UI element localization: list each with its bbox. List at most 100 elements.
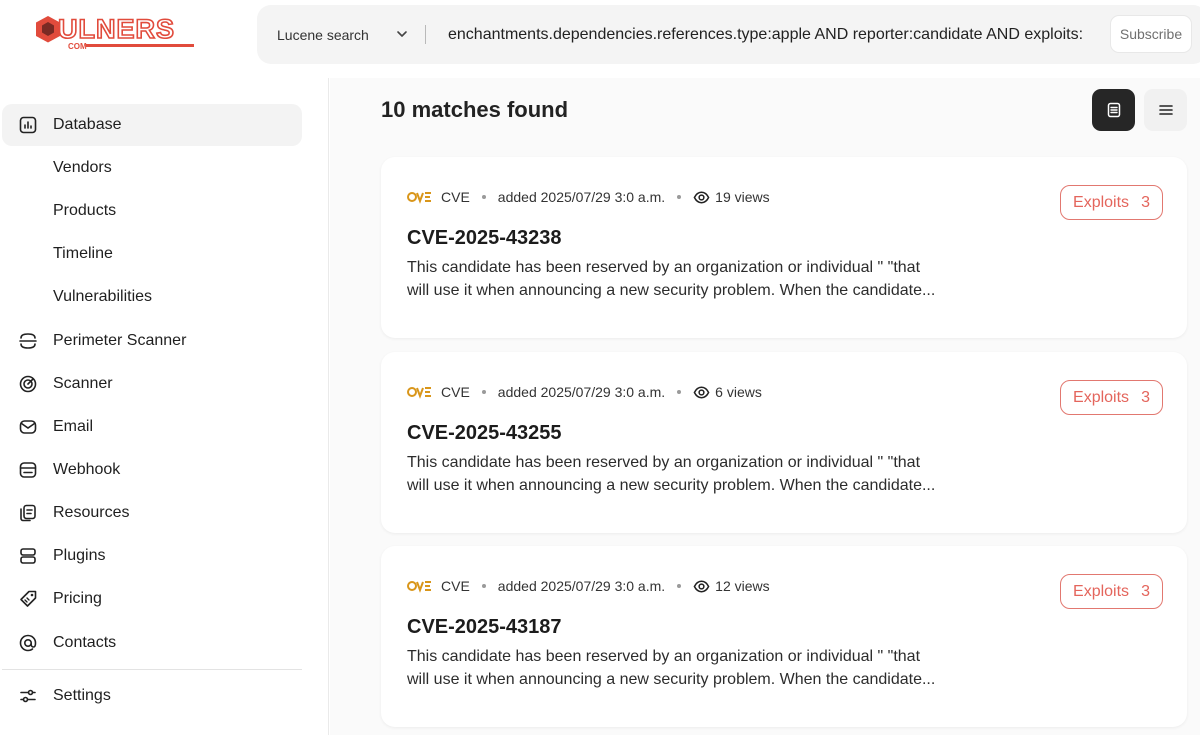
result-title-link[interactable]: CVE-2025-43255 bbox=[407, 422, 562, 445]
meta-separator bbox=[481, 390, 486, 394]
sidebar-item-vulnerabilities[interactable]: Vulnerabilities bbox=[2, 276, 302, 318]
result-description-line: will use it when announcing a new securi… bbox=[407, 281, 936, 299]
sidebar-item-scanner[interactable]: Scanner bbox=[2, 363, 302, 405]
exploits-button[interactable]: Exploits 3 bbox=[1060, 574, 1163, 609]
sidebar-item-label: Vendors bbox=[53, 159, 112, 176]
subscribe-button[interactable]: Subscribe bbox=[1110, 15, 1192, 53]
search-query-text: enchantments.dependencies.references.typ… bbox=[448, 25, 1084, 43]
sidebar-item-label: Plugins bbox=[53, 547, 106, 564]
result-description-line: This candidate has been reserved by an o… bbox=[407, 259, 921, 276]
result-source: CVE bbox=[441, 578, 470, 594]
result-meta: CVE added 2025/07/29 3:0 a.m. 12 views bbox=[407, 577, 770, 595]
list-view-button[interactable] bbox=[1144, 89, 1187, 131]
result-description-line: will use it when announcing a new securi… bbox=[407, 670, 936, 688]
result-card[interactable]: CVE added 2025/07/29 3:0 a.m. 19 views C… bbox=[381, 157, 1187, 338]
result-title-link[interactable]: CVE-2025-43187 bbox=[407, 616, 562, 639]
sidebar-item-pricing[interactable]: Pricing bbox=[2, 578, 302, 620]
sidebar-item-vendors[interactable]: Vendors bbox=[2, 147, 302, 189]
result-added-date: added 2025/07/29 3:0 a.m. bbox=[497, 384, 666, 400]
search-input[interactable]: enchantments.dependencies.references.typ… bbox=[448, 5, 1098, 64]
sidebar-item-label: Database bbox=[53, 116, 122, 133]
eye-icon bbox=[693, 386, 710, 398]
exploits-count: 3 bbox=[1141, 582, 1150, 600]
result-added-date: added 2025/07/29 3:0 a.m. bbox=[497, 578, 666, 594]
meta-separator bbox=[677, 390, 682, 394]
cve-source-icon bbox=[407, 192, 431, 204]
sidebar-item-label: Scanner bbox=[53, 375, 113, 392]
sidebar-item-products[interactable]: Products bbox=[2, 190, 302, 232]
sidebar-item-label: Pricing bbox=[53, 590, 102, 607]
exploits-label: Exploits bbox=[1073, 388, 1130, 406]
logo-sub-text: COM bbox=[68, 42, 87, 51]
sidebar-item-settings[interactable]: Settings bbox=[2, 675, 302, 717]
sidebar-item-database[interactable]: Database bbox=[2, 104, 302, 146]
chevron-down-icon[interactable] bbox=[394, 26, 410, 42]
sidebar-item-email[interactable]: Email bbox=[2, 406, 302, 448]
at-icon bbox=[18, 633, 38, 653]
sidebar-item-contacts[interactable]: Contacts bbox=[2, 622, 302, 664]
sidebar-item-label: Resources bbox=[53, 504, 130, 521]
perimeter-icon bbox=[18, 331, 38, 351]
exploits-label: Exploits bbox=[1073, 193, 1130, 211]
subscribe-label: Subscribe bbox=[1119, 26, 1183, 42]
meta-separator bbox=[677, 195, 682, 199]
target-icon bbox=[18, 374, 38, 394]
exploits-count: 3 bbox=[1141, 193, 1150, 211]
sidebar-item-timeline[interactable]: Timeline bbox=[2, 233, 302, 275]
search-mode-select[interactable]: Lucene search bbox=[277, 5, 369, 64]
exploits-count: 3 bbox=[1141, 388, 1150, 406]
meta-separator bbox=[481, 584, 486, 588]
webhook-icon bbox=[18, 460, 38, 480]
tag-icon bbox=[18, 589, 38, 609]
eye-icon bbox=[693, 580, 710, 592]
search-divider bbox=[425, 25, 426, 44]
results-panel: 10 matches found CVE added 2025/07/29 3:… bbox=[330, 78, 1200, 735]
cve-source-icon bbox=[407, 581, 431, 593]
sidebar-item-resources[interactable]: Resources bbox=[2, 492, 302, 534]
search-bar: Lucene search enchantments.dependencies.… bbox=[257, 5, 1200, 64]
result-title-link[interactable]: CVE-2025-43238 bbox=[407, 227, 562, 250]
sidebar-item-label: Email bbox=[53, 418, 94, 435]
top-header: ULNERS COM Lucene search enchantments.de… bbox=[0, 0, 1200, 78]
sidebar-item-perimeter-scanner[interactable]: Perimeter Scanner bbox=[2, 320, 302, 362]
result-meta: CVE added 2025/07/29 3:0 a.m. 6 views bbox=[407, 383, 762, 401]
meta-separator bbox=[481, 195, 486, 199]
sidebar-item-plugins[interactable]: Plugins bbox=[2, 535, 302, 577]
sliders-icon bbox=[18, 686, 38, 706]
result-description: This candidate has been reserved by an o… bbox=[407, 452, 967, 497]
sidebar-item-webhook[interactable]: Webhook bbox=[2, 449, 302, 491]
search-mode-label: Lucene search bbox=[277, 26, 369, 43]
stack-icon bbox=[18, 546, 38, 566]
result-views: 6 views bbox=[715, 384, 762, 400]
eye-icon bbox=[693, 191, 710, 203]
result-description-line: This candidate has been reserved by an o… bbox=[407, 648, 921, 665]
sidebar: Database Vendors Products Timeline Vulne… bbox=[0, 78, 329, 735]
cve-source-icon bbox=[407, 387, 431, 399]
result-source: CVE bbox=[441, 384, 470, 400]
card-view-button[interactable] bbox=[1092, 89, 1135, 131]
vulners-logo[interactable]: ULNERS COM bbox=[36, 13, 198, 54]
exploits-button[interactable]: Exploits 3 bbox=[1060, 380, 1163, 415]
sidebar-item-label: Webhook bbox=[53, 461, 121, 478]
result-added-date: added 2025/07/29 3:0 a.m. bbox=[497, 189, 666, 205]
result-description: This candidate has been reserved by an o… bbox=[407, 257, 967, 302]
sidebar-item-label: Perimeter Scanner bbox=[53, 332, 187, 349]
exploits-label: Exploits bbox=[1073, 582, 1130, 600]
result-views: 12 views bbox=[715, 578, 770, 594]
result-meta: CVE added 2025/07/29 3:0 a.m. 19 views bbox=[407, 188, 770, 206]
result-card[interactable]: CVE added 2025/07/29 3:0 a.m. 6 views CV… bbox=[381, 352, 1187, 533]
sidebar-item-label: Contacts bbox=[53, 634, 117, 651]
svg-text:ULNERS: ULNERS bbox=[58, 14, 175, 44]
sidebar-item-label: Timeline bbox=[53, 245, 113, 262]
result-description-line: will use it when announcing a new securi… bbox=[407, 476, 936, 494]
result-description: This candidate has been reserved by an o… bbox=[407, 646, 967, 691]
chart-icon bbox=[18, 115, 38, 135]
result-views: 19 views bbox=[715, 189, 770, 205]
mail-icon bbox=[18, 417, 38, 437]
result-card[interactable]: CVE added 2025/07/29 3:0 a.m. 12 views C… bbox=[381, 546, 1187, 727]
sidebar-item-label: Settings bbox=[53, 687, 111, 704]
sidebar-item-label: Products bbox=[53, 202, 117, 219]
files-icon bbox=[18, 503, 38, 523]
list-view-icon bbox=[1158, 105, 1173, 115]
exploits-button[interactable]: Exploits 3 bbox=[1060, 185, 1163, 220]
